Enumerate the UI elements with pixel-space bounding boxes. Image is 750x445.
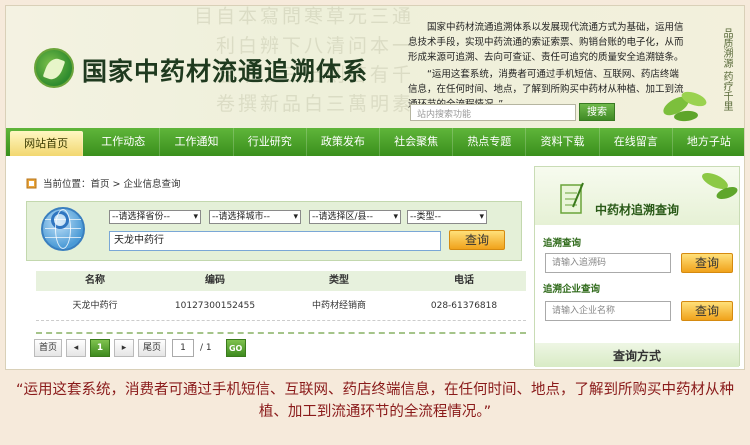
leaf-decoration-icon: [663, 91, 707, 122]
query-methods-heading[interactable]: 查询方式: [535, 343, 739, 367]
nav-item-work-notices[interactable]: 工作通知: [160, 128, 234, 156]
col-header-phone: 电话: [454, 275, 474, 286]
table-header: 名称 编码 类型 电话: [36, 271, 526, 291]
col-header-type: 类型: [329, 275, 349, 286]
sidebar-header: 中药材追溯查询: [535, 167, 739, 225]
site-search-button[interactable]: 搜索: [579, 103, 615, 121]
cell-type: 中药材经销商: [311, 301, 366, 311]
nav-item-local-sites[interactable]: 地方子站: [673, 128, 744, 156]
nav-item-policy[interactable]: 政策发布: [307, 128, 381, 156]
company-trace-label: 追溯企业查询: [543, 284, 601, 295]
nav-item-hot-topics[interactable]: 热点专题: [453, 128, 527, 156]
col-header-name: 名称: [85, 275, 105, 286]
trace-sidebar: 中药材追溯查询 追溯查询 请输入追溯码 查询 追溯企业查询 请输入企业名称 查询…: [534, 166, 740, 367]
go-button[interactable]: GO: [225, 339, 246, 357]
site-search-input[interactable]: 站内搜索功能: [410, 104, 576, 121]
col-header-code: 编码: [205, 275, 225, 286]
last-page-button[interactable]: 尾页: [138, 339, 167, 357]
sidebar-leaf-icon: [702, 172, 738, 200]
site-header: 通 一 千 素 三 本 有 明 元 问 苦 萬 草 清 則 三 寒 八 上 白 …: [6, 6, 744, 128]
main-nav: 网站首页 工作动态 工作通知 行业研究 政策发布 社会聚焦 热点专题 资料下载 …: [6, 128, 744, 156]
site-title[interactable]: 国家中药材流通追溯体系: [82, 52, 368, 88]
intro-paragraph-1: 国家中药材流通追溯体系以发展现代流通方式为基础，运用信息技术手段，实现中药流通的…: [408, 22, 684, 63]
first-page-button[interactable]: 首页: [34, 339, 63, 357]
page-total: / 1: [200, 343, 212, 353]
nav-item-home[interactable]: 网站首页: [10, 131, 84, 156]
sidebar-title: 中药材追溯查询: [595, 203, 680, 217]
company-trace-input[interactable]: 请输入企业名称: [545, 301, 671, 321]
site-intro: 国家中药材流通追溯体系以发展现代流通方式为基础，运用信息技术手段，实现中药流通的…: [408, 20, 688, 114]
company-search-panel: --请选择省份-- --请选择城市-- --请选择区/县-- --类型-- 天龙…: [26, 201, 522, 261]
prev-page-button[interactable]: ◂: [66, 339, 87, 357]
company-query-button[interactable]: 查询: [449, 230, 505, 250]
nav-item-work-news[interactable]: 工作动态: [87, 128, 161, 156]
province-select[interactable]: --请选择省份--: [109, 210, 201, 224]
breadcrumb-text[interactable]: 当前位置：首页 > 企业信息查询: [43, 176, 181, 190]
nav-item-social-focus[interactable]: 社会聚焦: [380, 128, 454, 156]
notebook-pen-icon: [560, 182, 584, 214]
pager-divider: [36, 332, 526, 334]
trace-query-label: 追溯查询: [543, 238, 582, 249]
trace-query-button[interactable]: 查询: [681, 253, 733, 273]
breadcrumb-home-icon: [26, 178, 37, 188]
results-table: 名称 编码 类型 电话 天龙中药行 10127300152455 中药材经销商 …: [36, 271, 526, 321]
cell-code: 10127300152455: [174, 301, 256, 311]
nav-item-downloads[interactable]: 资料下载: [526, 128, 600, 156]
pagination: 首页 ◂ 1 ▸ 尾页 1 / 1 GO: [34, 339, 246, 357]
cell-phone: 028-61376818: [430, 301, 498, 311]
globe-icon: [41, 207, 85, 251]
page-number-input[interactable]: 1: [172, 339, 195, 357]
site-logo-icon[interactable]: [34, 48, 74, 88]
magnifier-icon: [51, 211, 69, 229]
trace-code-input[interactable]: 请输入追溯码: [545, 253, 671, 273]
cell-name[interactable]: 天龙中药行: [36, 295, 154, 320]
table-row[interactable]: 天龙中药行 10127300152455 中药材经销商 028-61376818: [36, 295, 526, 321]
slogan-text: 品质溯源 药疗千里: [721, 28, 732, 112]
caption-quote: “运用这套系统，消费者可通过手机短信、互联网、药店终端信息，在任何时间、地点，了…: [15, 382, 734, 420]
nav-item-message[interactable]: 在线留言: [600, 128, 673, 156]
nav-item-industry-research[interactable]: 行业研究: [234, 128, 307, 156]
breadcrumb: 当前位置：首页 > 企业信息查询: [26, 176, 181, 190]
company-name-input[interactable]: 天龙中药行: [109, 231, 441, 251]
page-frame: 通 一 千 素 三 本 有 明 元 问 苦 萬 草 清 則 三 寒 八 上 白 …: [5, 5, 745, 370]
city-select[interactable]: --请选择城市--: [209, 210, 301, 224]
next-page-button[interactable]: ▸: [114, 339, 135, 357]
current-page-button[interactable]: 1: [90, 339, 111, 357]
district-select[interactable]: --请选择区/县--: [309, 210, 401, 224]
type-select[interactable]: --类型--: [407, 210, 487, 224]
company-trace-button[interactable]: 查询: [681, 301, 733, 321]
